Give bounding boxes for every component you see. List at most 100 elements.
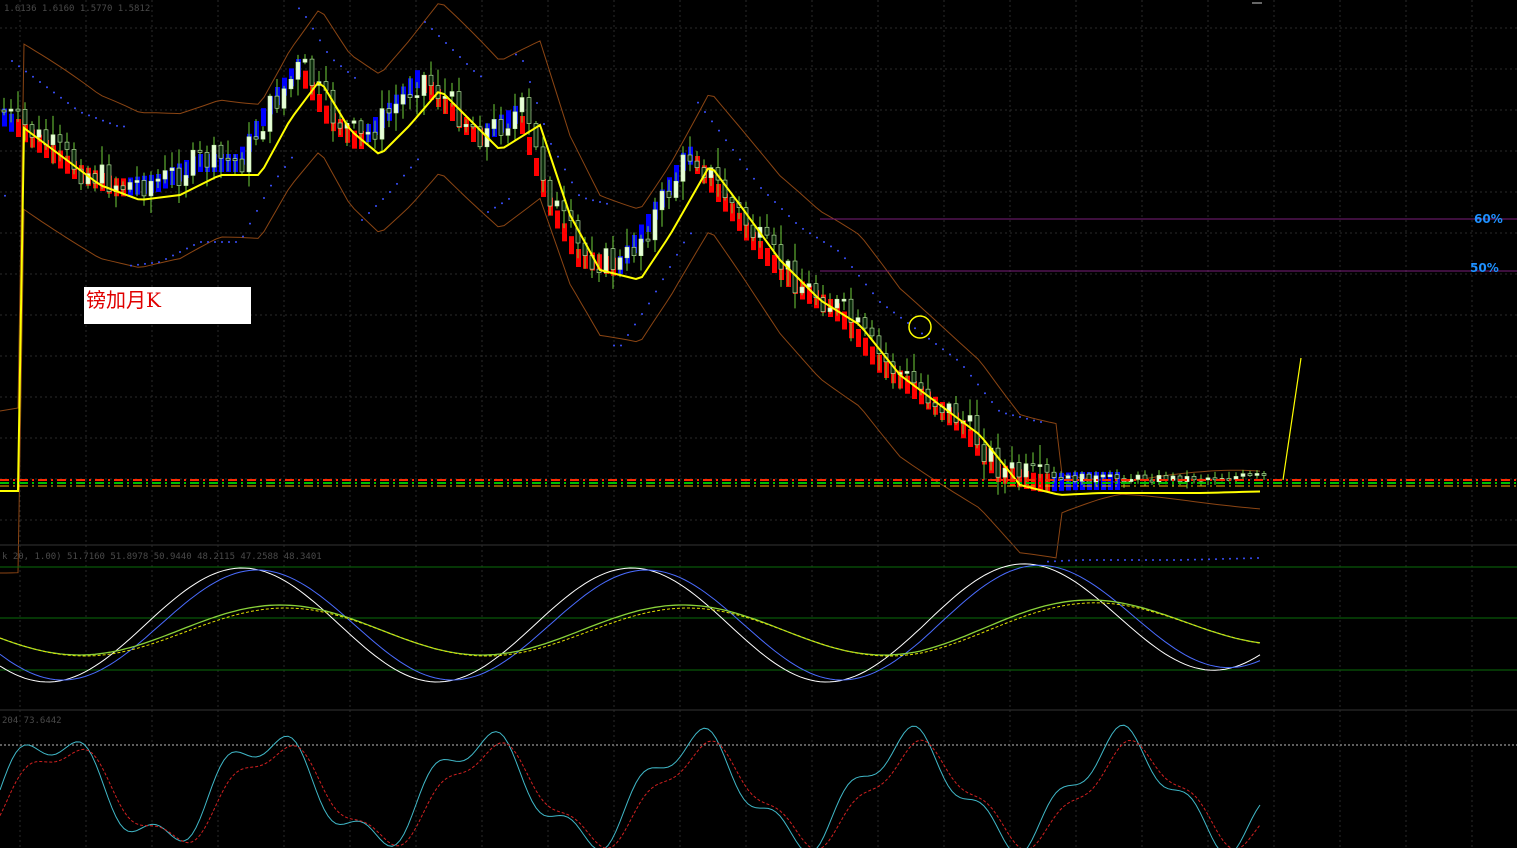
stoch-slow-line <box>0 599 1261 656</box>
candle-body <box>729 197 735 203</box>
bollinger-lower <box>0 152 1261 574</box>
psar-dot <box>627 334 629 336</box>
candle-body <box>274 95 280 109</box>
trend-bar <box>534 158 539 176</box>
psar-dot <box>1054 560 1056 563</box>
psar-dot <box>641 313 643 315</box>
stoch-signal-line <box>0 564 1261 681</box>
psar-dot <box>676 253 678 256</box>
psar-dot <box>165 258 167 260</box>
psar-dot <box>389 191 391 193</box>
psar-dot <box>907 322 909 324</box>
psar-dot <box>620 344 622 347</box>
psar-dot <box>494 206 496 209</box>
candle-body <box>393 103 399 114</box>
chart-title: 镑加月K <box>86 288 161 312</box>
candle-body <box>995 447 1001 478</box>
candle-body <box>36 129 42 138</box>
psar-dot <box>18 65 20 68</box>
psar-dot <box>431 28 433 30</box>
candle-body <box>526 97 532 124</box>
candle-body <box>127 182 133 190</box>
psar-dot <box>921 332 923 335</box>
psar-dot <box>480 75 482 78</box>
candle-body <box>190 149 196 176</box>
psar-dot <box>970 374 972 377</box>
psar-dot <box>46 86 48 89</box>
psar-dot <box>25 70 27 73</box>
psar-dot <box>60 96 62 99</box>
psar-dot <box>291 156 293 159</box>
psar-dot <box>802 227 804 230</box>
psar-dot <box>1040 420 1042 423</box>
trend-bar <box>870 346 875 365</box>
stoch-readout: k 20, 1.00) 51.7160 51.8978 50.9440 48.2… <box>2 552 322 562</box>
psar-dot <box>1103 559 1105 561</box>
psar-dot <box>536 102 538 104</box>
candle-body <box>372 131 378 140</box>
candle-body <box>827 307 833 312</box>
psar-dot <box>942 348 944 351</box>
candle-body <box>491 119 497 129</box>
psar-dot <box>732 148 734 151</box>
candle-body <box>680 154 686 182</box>
candle-body <box>8 108 14 112</box>
psar-dot <box>816 236 818 239</box>
psar-dot <box>655 290 657 293</box>
stoch-slow-signal <box>0 602 1261 657</box>
candle-body <box>22 109 28 125</box>
psar-dot <box>606 202 608 205</box>
candle-body <box>498 119 504 136</box>
candle-body <box>155 178 161 182</box>
psar-dot <box>844 257 846 260</box>
candle-body <box>351 120 357 124</box>
psar-dot <box>200 241 202 243</box>
psar-dot <box>1047 560 1049 563</box>
psar-dot <box>585 197 587 200</box>
psar-dot <box>704 111 706 113</box>
candle-body <box>1016 462 1022 478</box>
candle-body <box>666 190 672 198</box>
trend-bar <box>303 70 308 89</box>
psar-dot <box>340 65 342 68</box>
trend-bar <box>863 337 868 356</box>
candle-body <box>967 415 973 422</box>
candle-body <box>673 181 679 198</box>
psar-dot <box>753 177 755 180</box>
candle-body <box>694 160 700 168</box>
psar-dot <box>368 212 370 214</box>
psar-dot <box>256 209 258 212</box>
candle-body <box>239 158 245 173</box>
candle-body <box>365 131 371 135</box>
psar-dot <box>1131 559 1133 561</box>
psar-dot <box>1019 416 1021 418</box>
candle-body <box>1233 476 1239 480</box>
psar-dot <box>305 16 307 18</box>
candle-body <box>141 180 147 197</box>
candle-body <box>638 238 644 257</box>
candle-body <box>330 89 336 124</box>
stoch-panel: k 20, 1.00) 51.7160 51.8978 50.9440 48.2… <box>0 552 1517 683</box>
candle-body <box>407 94 413 98</box>
psar-dot <box>74 107 76 110</box>
psar-dot <box>613 344 615 347</box>
candle-body <box>400 94 406 105</box>
osc-readout: 204 73.6442 <box>2 716 62 726</box>
candle-body <box>50 134 56 146</box>
trend-bar <box>527 137 532 155</box>
psar-dot <box>207 241 209 243</box>
psar-dot <box>1243 557 1245 560</box>
psar-dot <box>865 283 867 286</box>
candle-body <box>624 246 630 259</box>
candle-body <box>309 58 315 86</box>
psar-dot <box>788 215 790 217</box>
psar-dot <box>228 241 230 243</box>
psar-dot <box>977 383 979 386</box>
psar-dot <box>984 392 986 395</box>
candle-body <box>974 415 980 446</box>
psar-dot <box>116 124 118 127</box>
chart-canvas: 1.6136 1.6160 1.5770 1.5812 60% 50% k 20… <box>0 0 1517 848</box>
psar-dot <box>487 211 489 213</box>
psar-dot <box>725 139 727 142</box>
psar-dot <box>774 201 776 203</box>
